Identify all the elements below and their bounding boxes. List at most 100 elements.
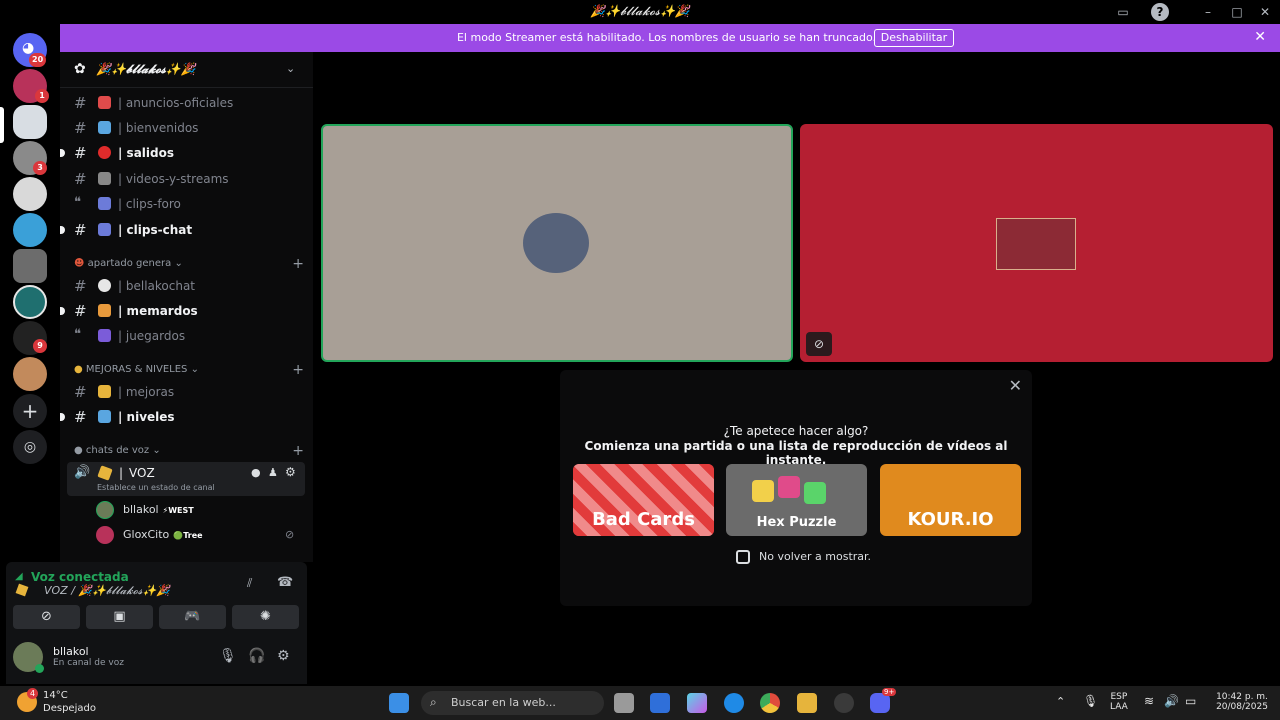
server-icon-5[interactable]	[13, 213, 47, 247]
close-window-button[interactable]: ✕	[1256, 3, 1274, 21]
channel-salidos[interactable]: # | salidos	[60, 141, 306, 165]
medal-icon: ●	[74, 364, 83, 375]
screen-share-button[interactable]: ▣	[86, 605, 153, 629]
chevron-down-icon: ⌄	[152, 445, 161, 456]
server-icon-2[interactable]	[13, 105, 47, 139]
add-channel-icon[interactable]: +	[292, 362, 304, 378]
activity-button[interactable]: 🎮	[159, 605, 226, 629]
server-badge: 3	[33, 161, 47, 175]
microphone-icon[interactable]: 🎙	[1083, 694, 1098, 708]
game-card-kour-io[interactable]: KOUR.IO	[880, 464, 1021, 536]
server-icon-8[interactable]: 9	[13, 321, 47, 355]
channel-bellakochat[interactable]: # | bellakochat	[66, 274, 306, 298]
chrome-icon[interactable]	[760, 693, 780, 713]
voice-status[interactable]: Voz conectada	[31, 570, 129, 584]
gear-icon[interactable]: ⚙	[277, 648, 290, 664]
signal-icon[interactable]: ◢	[15, 571, 23, 582]
windows-start-icon[interactable]	[389, 693, 409, 713]
weather-text[interactable]: Despejado	[43, 703, 96, 714]
channel-videos-y-streams[interactable]: # | videos-y-streams	[66, 167, 306, 191]
gear-icon[interactable]: ⚙	[285, 465, 296, 479]
soundboard-button[interactable]: ✺	[232, 605, 299, 629]
game-name: Bad Cards	[592, 509, 695, 530]
channel-mejoras[interactable]: # | mejoras	[66, 380, 306, 404]
channel-juegardos[interactable]: ❝ | juegardos	[66, 324, 306, 348]
discord-taskbar-icon[interactable]: 9+	[870, 688, 897, 713]
category-apartado-genera[interactable]: ☻ apartado genera ⌄ +	[74, 256, 304, 272]
tape-icon	[97, 465, 113, 481]
discover-icon[interactable]: ◎	[13, 430, 47, 464]
user-name[interactable]: bllakol	[53, 645, 89, 658]
noise-suppression-icon[interactable]: ⫽	[247, 576, 252, 591]
selected-server-pill	[0, 107, 4, 143]
channel-clips-chat[interactable]: # | clips-chat	[60, 218, 306, 242]
task-view-icon[interactable]	[614, 693, 634, 713]
dont-show-again-checkbox[interactable]	[736, 550, 750, 564]
video-tile-user-2[interactable]: ⊘	[800, 124, 1273, 362]
voice-location[interactable]: VOZ / 🎉✨𝓫𝓵𝓵𝓪𝓴𝓸𝓼✨🎉	[44, 584, 170, 598]
category-chats-de-voz[interactable]: ● chats de voz ⌄ +	[74, 443, 304, 459]
server-icon-7[interactable]	[13, 285, 47, 319]
server-icon-4[interactable]	[13, 177, 47, 211]
clock[interactable]: 10:42 p. m. 20/08/2025	[1210, 692, 1274, 712]
trophy-icon	[98, 385, 111, 398]
voice-channel-voz[interactable]: 🔊 | VOZ Establece un estado de canal ● ♟…	[67, 462, 305, 496]
game-card-hex-puzzle[interactable]: Hex Puzzle	[726, 464, 867, 536]
server-header[interactable]: ✿ 🎉✨𝓫𝓵𝓵𝓪𝓴𝓸𝓼✨🎉 ⌄	[60, 52, 313, 88]
camera-off-button[interactable]: ⊘	[13, 605, 80, 629]
avatar	[996, 218, 1076, 270]
add-channel-icon[interactable]: +	[292, 256, 304, 272]
close-icon[interactable]: ✕	[1254, 29, 1266, 45]
game-name: Hex Puzzle	[756, 515, 837, 530]
close-icon[interactable]: ✕	[1009, 376, 1022, 395]
edge-icon[interactable]	[724, 693, 744, 713]
app-icon[interactable]	[834, 693, 854, 713]
microphone-icon[interactable]: 🎙	[219, 648, 237, 664]
server-icon-9[interactable]	[13, 357, 47, 391]
category-label: chats de voz	[85, 445, 150, 456]
chevron-down-icon: ⌄	[174, 258, 183, 269]
add-channel-icon[interactable]: +	[292, 443, 304, 459]
copilot-icon[interactable]	[687, 693, 707, 713]
help-icon[interactable]: ?	[1151, 3, 1169, 21]
taskbar-search[interactable]: ⌕ Buscar en la web...	[421, 691, 604, 715]
forum-icon: ❝	[74, 327, 81, 342]
maximize-button[interactable]: □	[1228, 3, 1246, 21]
channel-status-prompt[interactable]: Establece un estado de canal	[97, 483, 215, 492]
volume-icon[interactable]: 🔊	[1164, 694, 1179, 708]
channel-clips-foro[interactable]: ❝ | clips-foro	[66, 192, 306, 216]
wifi-icon[interactable]: ≋	[1144, 694, 1154, 708]
file-explorer-icon[interactable]	[797, 693, 817, 713]
inbox-icon[interactable]: ▭	[1114, 3, 1132, 21]
film-strip-icon	[98, 197, 111, 210]
server-icon-6[interactable]	[13, 249, 47, 283]
add-server-icon[interactable]: +	[13, 394, 47, 428]
category-mejoras-niveles[interactable]: ● MEJORAS & NIVELES ⌄ +	[74, 362, 304, 378]
avatar[interactable]	[13, 642, 44, 673]
invite-icon[interactable]: ♟	[268, 466, 278, 479]
battery-icon[interactable]: ▭	[1185, 694, 1196, 708]
store-icon[interactable]	[650, 693, 670, 713]
video-tile-user-1[interactable]	[321, 124, 793, 362]
channel-bienvenidos[interactable]: # | bienvenidos	[66, 116, 306, 140]
minimize-button[interactable]: –	[1199, 3, 1217, 21]
game-card-bad-cards[interactable]: Bad Cards	[573, 464, 714, 536]
speaker-icon: 🔊	[74, 465, 91, 480]
channel-niveles[interactable]: # | niveles	[60, 405, 306, 429]
chat-bubble-icon[interactable]: ●	[251, 466, 261, 479]
server-icon-3[interactable]: 3	[13, 141, 47, 175]
hashtag-icon: #	[74, 277, 87, 295]
weather-temp[interactable]: 14°C	[43, 690, 68, 701]
chevron-up-icon[interactable]: ⌃	[1056, 695, 1065, 708]
headphones-icon[interactable]: 🎧	[248, 648, 265, 664]
direct-messages-button[interactable]: ◕ 20	[13, 33, 47, 67]
server-icon-1[interactable]: 1	[13, 69, 49, 103]
language-indicator[interactable]: ESP LAA	[1110, 692, 1128, 712]
channel-anuncios-oficiales[interactable]: # | anuncios-oficiales	[66, 91, 306, 115]
disconnect-icon[interactable]: ☎	[277, 575, 293, 590]
channel-label: | clips-foro	[118, 197, 181, 211]
channel-memardos[interactable]: # | memardos	[60, 299, 306, 323]
channel-label: | niveles	[118, 410, 175, 424]
channel-label: | bellakochat	[118, 279, 196, 293]
disable-streamer-button[interactable]: Deshabilitar	[874, 29, 954, 47]
